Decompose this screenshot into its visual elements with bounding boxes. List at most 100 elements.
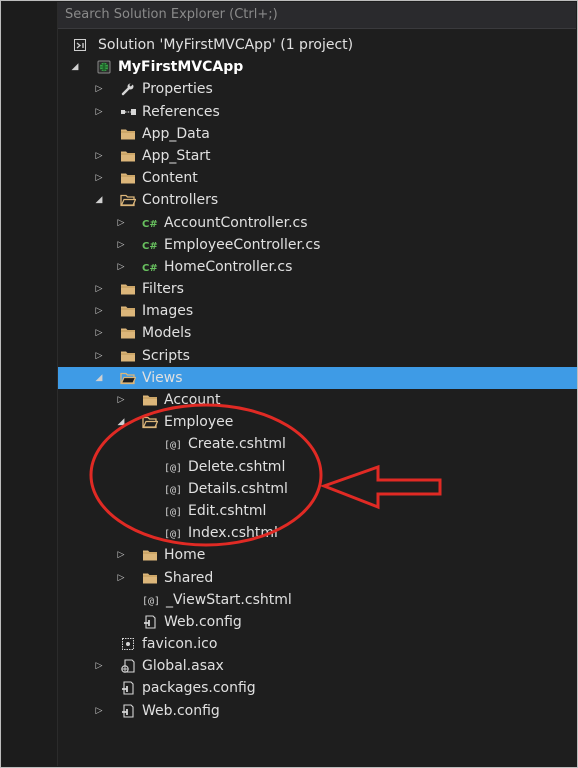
tree-item[interactable]: ◢ Employee <box>58 411 577 433</box>
tree-item-label: References <box>142 103 220 120</box>
tree-item[interactable]: ▷ Shared <box>58 567 577 589</box>
tree-item[interactable]: [@] _ViewStart.cshtml <box>58 589 577 611</box>
left-gutter <box>2 2 58 766</box>
tree-item[interactable]: ▷ Content <box>58 167 577 189</box>
collapsed-arrow-icon[interactable]: ▷ <box>94 278 104 300</box>
tree-item[interactable]: packages.config <box>58 677 577 699</box>
svg-text:[@]: [@] <box>164 507 182 518</box>
tree-item-label: Account <box>164 392 221 408</box>
tree-item-label: Delete.cshtml <box>188 458 286 475</box>
tree-item[interactable]: ▷ References <box>58 101 577 123</box>
razor-file-icon: [@] <box>142 592 160 608</box>
svg-text:C#: C# <box>142 241 158 252</box>
collapsed-arrow-icon[interactable]: ▷ <box>116 256 126 278</box>
razor-file-icon: [@] <box>164 503 182 519</box>
search-bar[interactable]: Search Solution Explorer (Ctrl+;) <box>58 2 576 29</box>
collapsed-arrow-icon[interactable]: ▷ <box>94 145 104 167</box>
razor-file-icon: [@] <box>164 459 182 475</box>
collapsed-arrow-icon[interactable]: ▷ <box>94 322 104 344</box>
wrench-icon <box>120 81 136 97</box>
tree-item[interactable]: ▷ Filters <box>58 278 577 300</box>
tree-item[interactable]: Web.config <box>58 611 577 633</box>
collapsed-arrow-icon[interactable]: ▷ <box>94 167 104 189</box>
collapsed-arrow-icon[interactable]: ▷ <box>116 212 126 234</box>
tree-item[interactable]: [@] Index.cshtml <box>58 522 577 544</box>
folder-icon <box>120 170 136 186</box>
collapsed-arrow-icon[interactable]: ▷ <box>116 234 126 256</box>
expanded-arrow-icon[interactable]: ◢ <box>70 56 80 78</box>
tree-item[interactable]: [@] Create.cshtml <box>58 433 577 455</box>
tree-item[interactable]: [@] Details.cshtml <box>58 478 577 500</box>
tree-item-label: Details.cshtml <box>188 480 288 497</box>
collapsed-arrow-icon[interactable]: ▷ <box>116 567 126 589</box>
tree-item[interactable]: ▷ Images <box>58 300 577 322</box>
collapsed-arrow-icon[interactable]: ▷ <box>94 300 104 322</box>
tree-item[interactable]: favicon.ico <box>58 633 577 655</box>
collapsed-arrow-icon[interactable]: ▷ <box>94 345 104 367</box>
svg-text:C#: C# <box>142 219 158 230</box>
svg-text:[@]: [@] <box>142 596 160 607</box>
collapsed-arrow-icon[interactable]: ▷ <box>116 389 126 411</box>
collapsed-arrow-icon[interactable]: ▷ <box>94 78 104 100</box>
tree-item[interactable]: ▷ Models <box>58 322 577 344</box>
tree-item[interactable]: ▷ Web.config <box>58 700 577 722</box>
tree-item-label: Images <box>142 303 194 320</box>
tree-item-label: Shared <box>164 569 214 586</box>
csharp-file-icon: C# <box>142 259 158 275</box>
expanded-arrow-icon[interactable]: ◢ <box>94 189 104 211</box>
folder-icon <box>120 126 136 142</box>
razor-file-icon: [@] <box>164 436 182 452</box>
tree-item-label: favicon.ico <box>142 636 218 653</box>
tree-item[interactable]: ▷ App_Start <box>58 145 577 167</box>
collapsed-arrow-icon[interactable]: ▷ <box>116 544 126 566</box>
search-input[interactable]: Search Solution Explorer (Ctrl+;) <box>65 7 278 23</box>
global-asax-icon <box>120 658 136 674</box>
folder-icon <box>120 325 136 341</box>
config-file-icon <box>142 614 158 630</box>
tree-item[interactable]: ▷ Properties <box>58 78 577 100</box>
folder-icon <box>120 148 136 164</box>
tree-item-label: Web.config <box>142 702 220 719</box>
tree-item-label: HomeController.cs <box>164 258 293 275</box>
tree-item[interactable]: ▷ Scripts <box>58 345 577 367</box>
tree-item[interactable]: ▷ C# EmployeeController.cs <box>58 234 577 256</box>
tree-item[interactable]: App_Data <box>58 123 577 145</box>
tree-item-label: Create.cshtml <box>188 436 286 453</box>
tree-item-label: Controllers <box>142 192 219 209</box>
references-icon <box>120 104 136 120</box>
collapsed-arrow-icon[interactable]: ▷ <box>94 655 104 677</box>
expanded-arrow-icon[interactable]: ◢ <box>94 367 104 389</box>
tree-item[interactable]: [@] Delete.cshtml <box>58 456 577 478</box>
tree-item-label: Index.cshtml <box>188 525 278 542</box>
svg-text:[@]: [@] <box>164 440 182 451</box>
tree-item[interactable]: ▷ C# HomeController.cs <box>58 256 577 278</box>
tree-item[interactable]: ◢ Controllers <box>58 189 577 211</box>
tree-item[interactable]: Solution 'MyFirstMVCApp' (1 project) <box>58 34 577 56</box>
folder-icon <box>142 570 158 586</box>
tree-item-label: Views <box>142 369 183 386</box>
tree-item[interactable]: ◢ Views <box>58 366 577 389</box>
tree-item-label: AccountController.cs <box>164 214 308 231</box>
tree-item[interactable]: ▷ Global.asax <box>58 655 577 677</box>
collapsed-arrow-icon[interactable]: ▷ <box>94 101 104 123</box>
tree-item-label: MyFirstMVCApp <box>118 59 244 76</box>
tree-item-label: Global.asax <box>142 658 224 675</box>
tree-item-label: EmployeeController.cs <box>164 236 321 253</box>
folder-icon <box>120 281 136 297</box>
folder-open-icon <box>120 192 137 208</box>
tree-item-label: Home <box>164 547 206 564</box>
folder-open-icon <box>142 414 159 430</box>
tree-item[interactable]: ▷ Home <box>58 544 577 566</box>
tree-item-label: packages.config <box>142 680 256 697</box>
solution-icon <box>72 37 88 53</box>
tree-item-label: Web.config <box>164 613 242 630</box>
tree-item[interactable]: ▷ C# AccountController.cs <box>58 212 577 234</box>
tree-item-label: App_Start <box>142 147 211 164</box>
expanded-arrow-icon[interactable]: ◢ <box>116 411 126 433</box>
web-project-icon <box>96 59 112 75</box>
folder-open-icon <box>120 370 137 386</box>
tree-item[interactable]: ◢ MyFirstMVCApp <box>58 56 577 78</box>
collapsed-arrow-icon[interactable]: ▷ <box>94 700 104 722</box>
tree-item[interactable]: [@] Edit.cshtml <box>58 500 577 522</box>
tree-item[interactable]: ▷ Account <box>58 389 577 411</box>
